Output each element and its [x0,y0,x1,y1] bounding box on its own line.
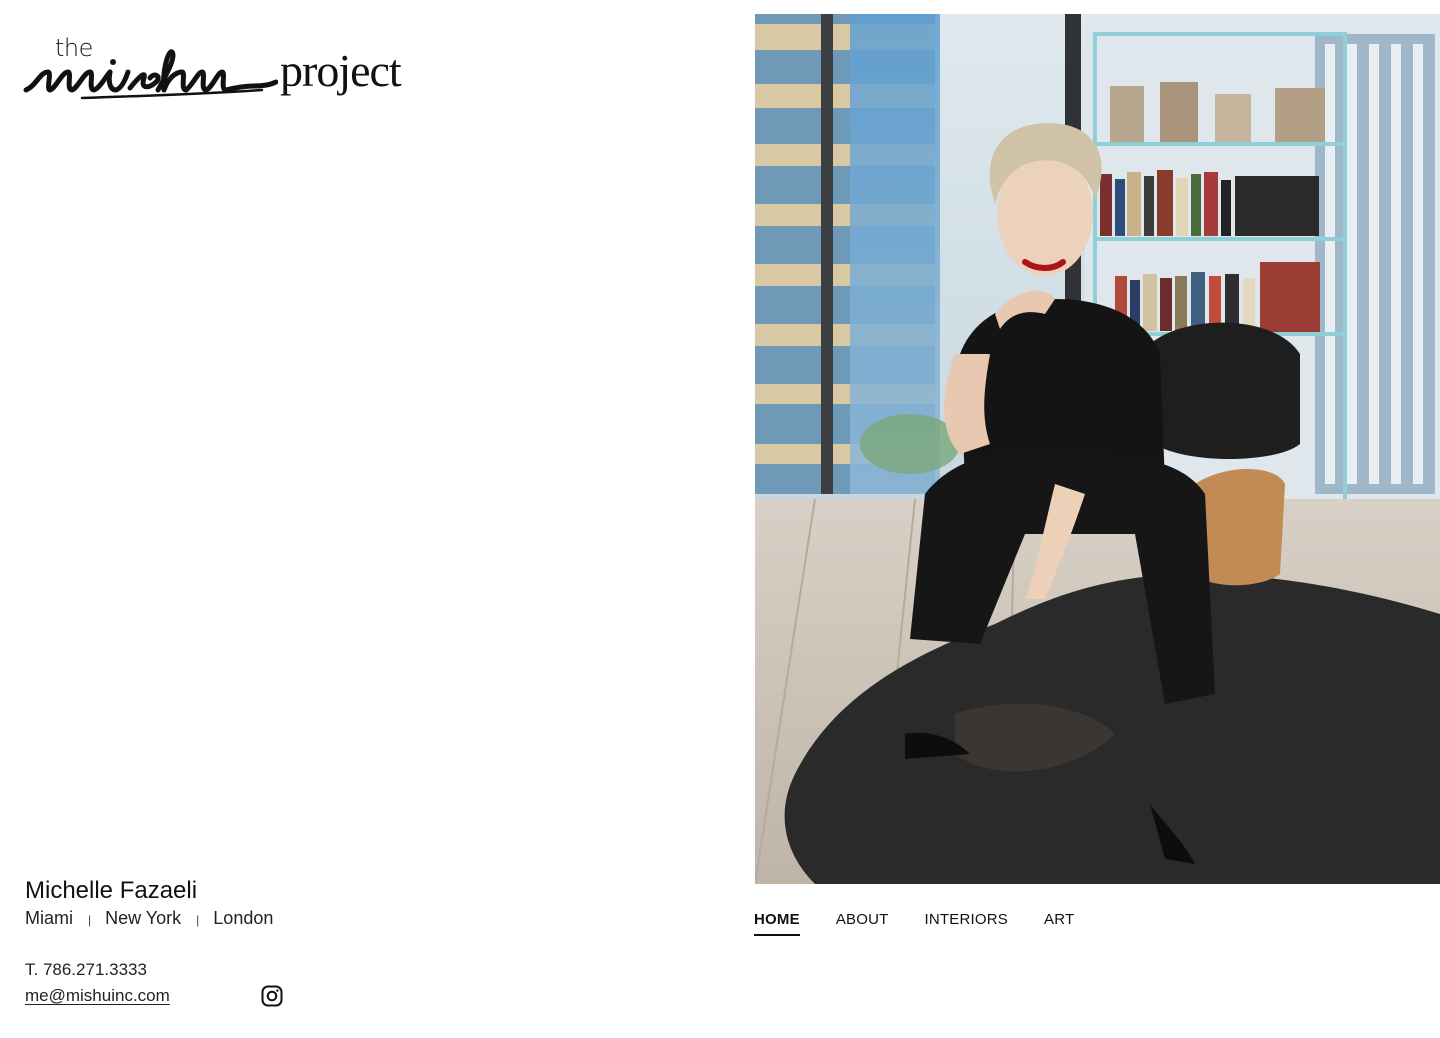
city-list: Miami | New York | London [25,906,345,930]
city-london: London [213,908,274,928]
site-logo[interactable]: the project [22,34,422,108]
city-separator: | [88,913,92,927]
nav-art[interactable]: ART [1044,910,1074,936]
hero-photo-illustration [755,14,1440,884]
main-nav: HOME ABOUT INTERIORS ART [754,910,1074,936]
city-new-york: New York [105,908,182,928]
instagram-icon[interactable] [261,985,283,1007]
phone-number: T. 786.271.3333 [25,960,147,979]
city-miami: Miami [25,908,73,928]
logo-script-wordmark [23,49,278,100]
nav-about[interactable]: ABOUT [836,910,889,936]
hero-photo [755,14,1440,884]
nav-interiors[interactable]: INTERIORS [925,910,1008,936]
owner-name: Michelle Fazaeli [25,877,198,904]
contact-block: Michelle Fazaeli Miami | New York | Lond… [25,876,345,930]
city-separator: | [196,913,200,927]
email-link[interactable]: me@mishuinc.com [25,986,170,1006]
nav-home[interactable]: HOME [754,910,800,936]
logo-project-text: project [280,45,402,96]
